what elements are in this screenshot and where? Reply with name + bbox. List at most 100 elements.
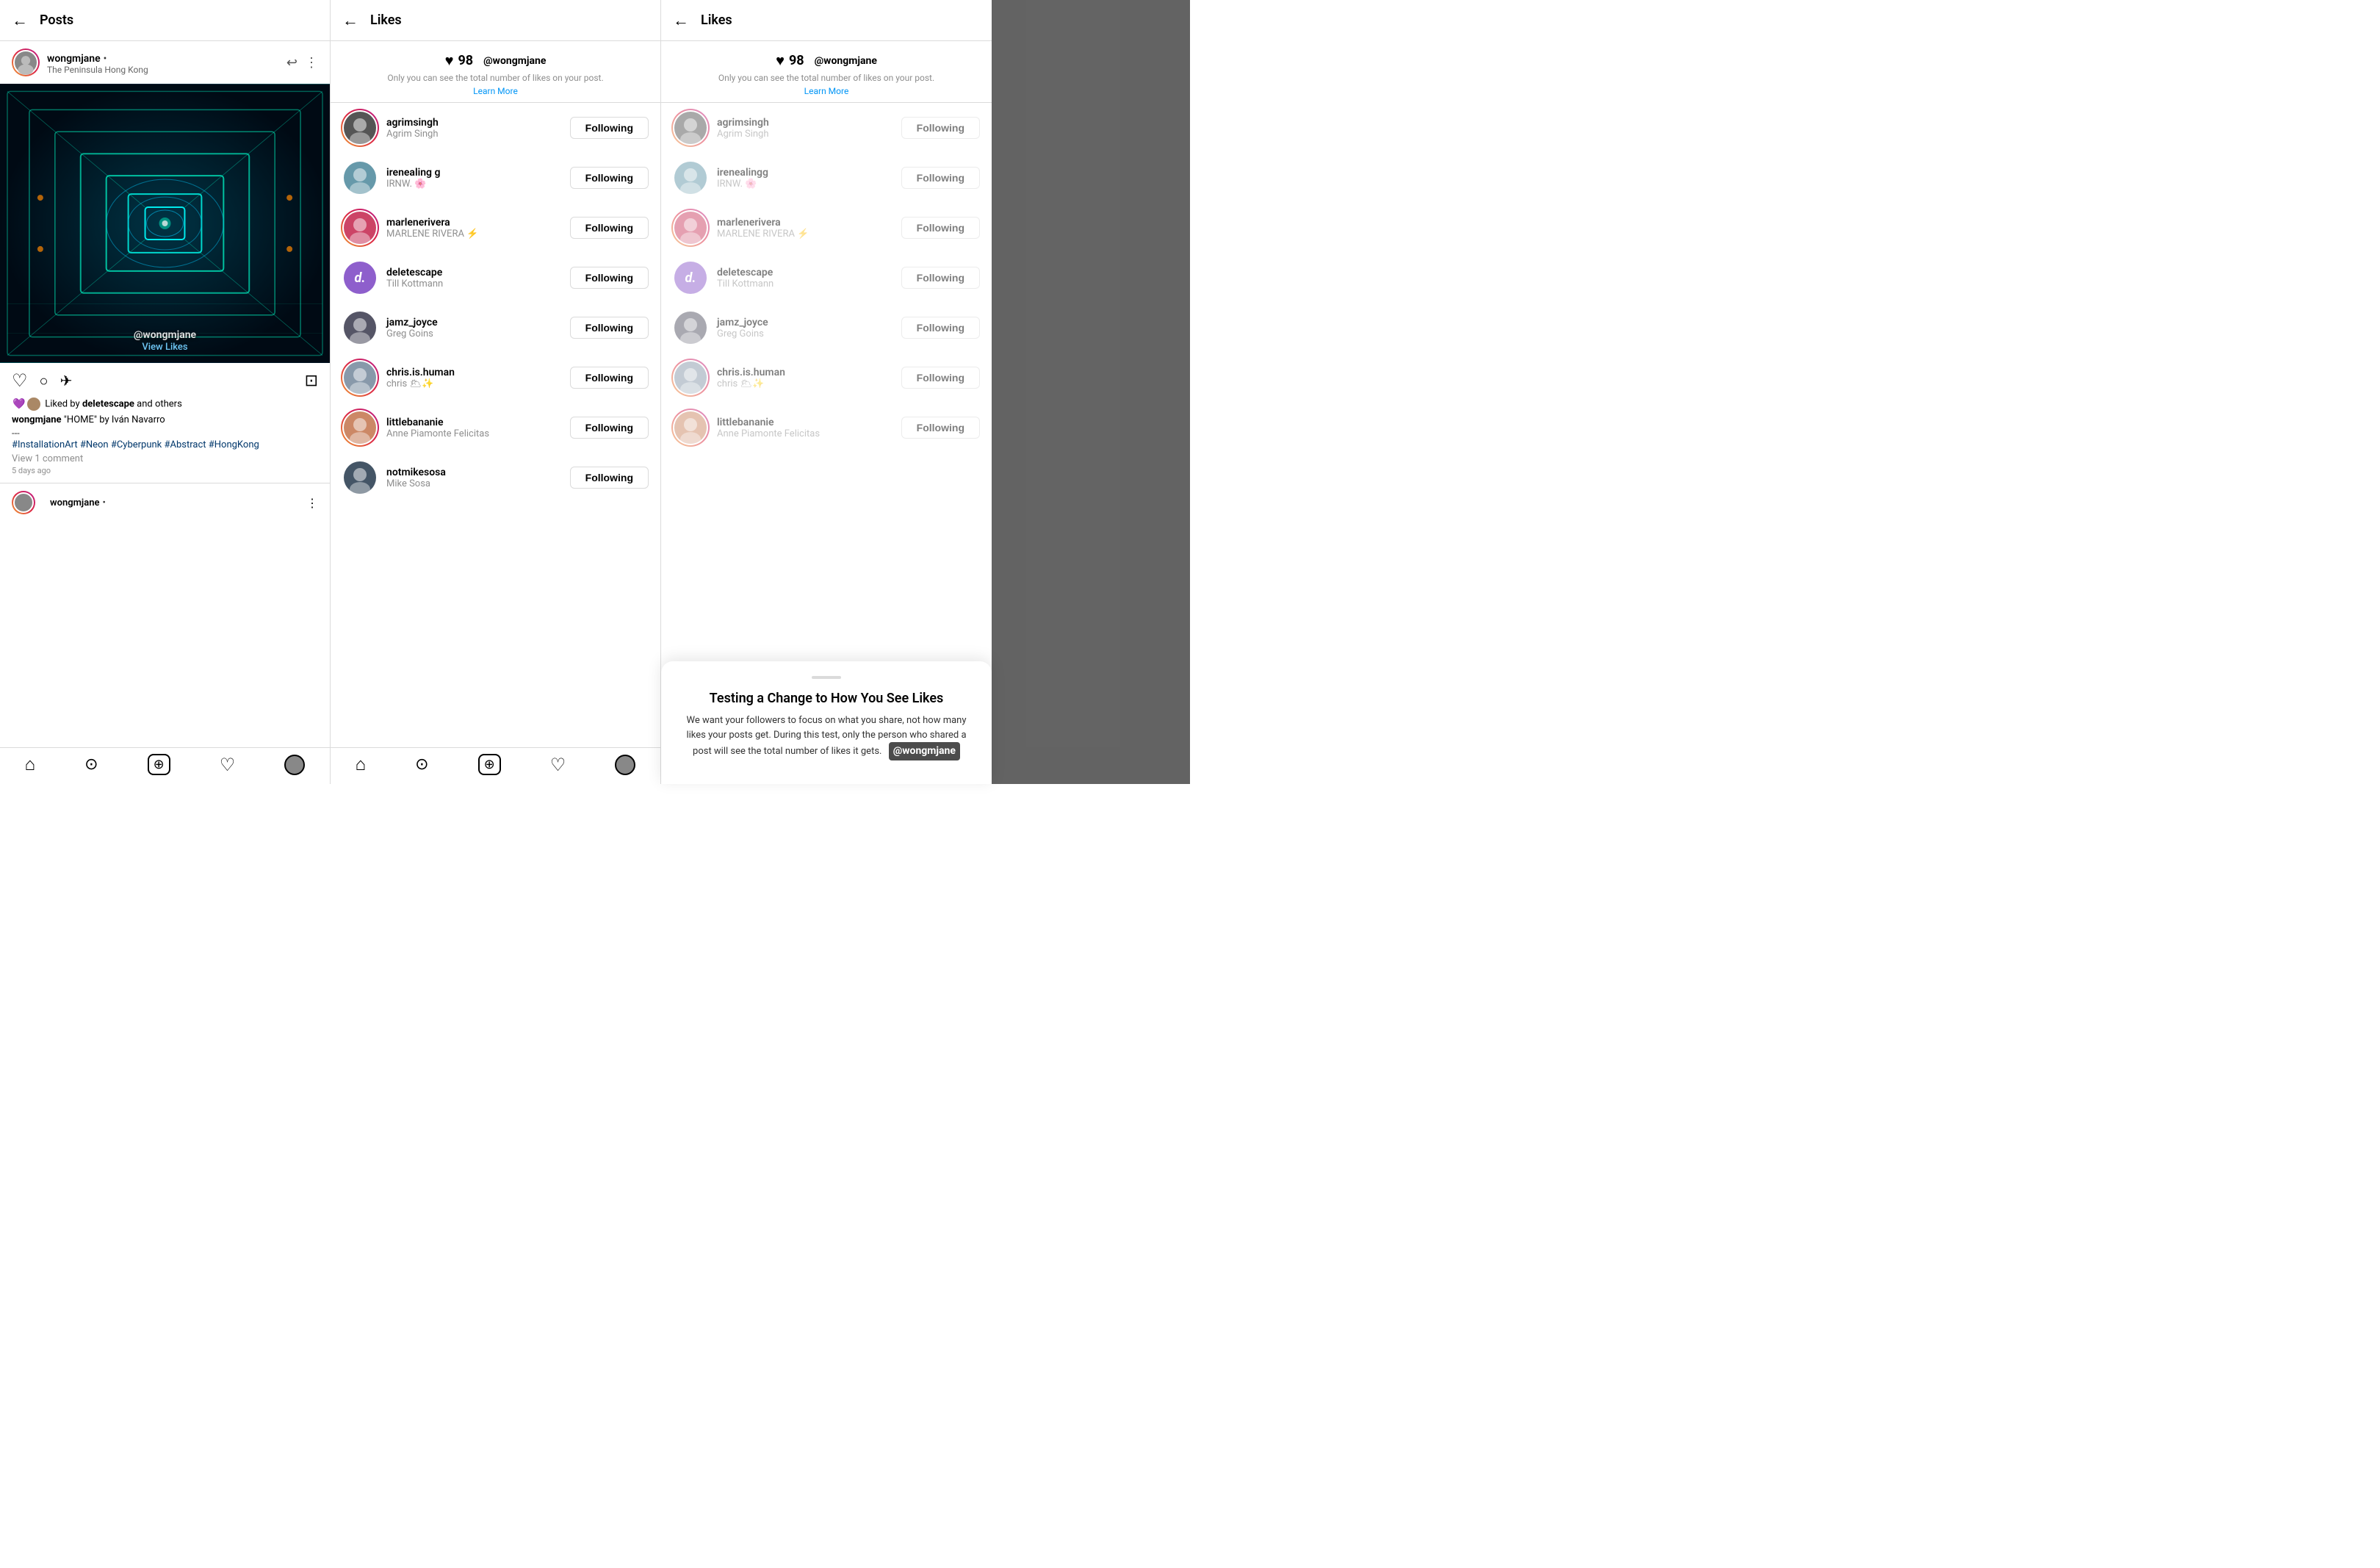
sheet-handle: [812, 676, 841, 679]
user-item: jamz_joyce Greg Goins Following: [331, 303, 660, 353]
user-info-5: chris.is.human chris 🌥✨: [386, 367, 570, 389]
user-info-4: jamz_joyce Greg Goins: [717, 317, 901, 339]
user-item: notmikesosa Mike Sosa Following: [331, 453, 660, 503]
user-handle[interactable]: irenealingg: [717, 167, 901, 179]
user-name: Agrim Singh: [386, 129, 570, 140]
user-avatar-3[interactable]: d.: [342, 260, 378, 295]
posts-panel: ← Posts wongmjane • The Peninsula Hong K…: [0, 0, 331, 784]
user-item: littlebananie Anne Piamonte Felicitas Fo…: [331, 403, 660, 453]
user-avatar-7[interactable]: [342, 460, 378, 495]
more-icon[interactable]: ⋮: [305, 55, 318, 71]
follow-button-5[interactable]: Following: [570, 367, 649, 389]
user-avatar-4[interactable]: [673, 310, 708, 345]
nav-heart-m[interactable]: ♡: [550, 755, 566, 775]
nav-add-m[interactable]: ⊕: [478, 754, 501, 775]
view-likes-link[interactable]: View Likes: [0, 337, 330, 357]
nav-add[interactable]: ⊕: [148, 754, 170, 775]
user-handle[interactable]: littlebananie: [386, 417, 570, 428]
user-item: littlebananie Anne Piamonte Felicitas Fo…: [661, 403, 992, 453]
user-info-6: littlebananie Anne Piamonte Felicitas: [386, 417, 570, 439]
comments-link[interactable]: View 1 comment: [12, 453, 318, 464]
second-post-avatar[interactable]: [12, 491, 35, 514]
nav-home[interactable]: ⌂: [25, 754, 36, 775]
follow-button-0[interactable]: Following: [570, 117, 649, 139]
nav-search[interactable]: ⊙: [84, 755, 98, 774]
post-avatar[interactable]: [12, 48, 40, 76]
bookmark-icon[interactable]: ⊡: [305, 372, 318, 390]
share-icon[interactable]: ↩: [286, 55, 298, 71]
post-actions: ↩ ⋮: [286, 55, 318, 71]
user-item: d. deletescape Till Kottmann Following: [331, 253, 660, 303]
user-handle[interactable]: deletescape: [386, 267, 570, 278]
user-list-middle: agrimsingh Agrim Singh Following ireneal…: [331, 103, 660, 784]
user-handle[interactable]: chris.is.human: [717, 367, 901, 378]
user-handle[interactable]: notmikesosa: [386, 467, 570, 478]
user-avatar-5[interactable]: [342, 360, 378, 395]
hashtags[interactable]: #InstallationArt #Neon #Cyberpunk #Abstr…: [12, 439, 318, 450]
nav-profile-m[interactable]: [615, 755, 635, 775]
follow-button-4[interactable]: Following: [570, 317, 649, 339]
post-username[interactable]: wongmjane •: [47, 51, 286, 65]
follow-button-6[interactable]: Following: [901, 417, 980, 439]
comment-icon[interactable]: ○: [40, 372, 48, 390]
user-avatar-0[interactable]: [673, 110, 708, 145]
user-handle[interactable]: irenealing g: [386, 167, 570, 179]
back-button-middle[interactable]: ←: [342, 11, 358, 30]
user-avatar-1[interactable]: [673, 160, 708, 195]
user-handle[interactable]: jamz_joyce: [717, 317, 901, 328]
follow-button-2[interactable]: Following: [570, 217, 649, 239]
user-avatar-0[interactable]: [342, 110, 378, 145]
user-avatar-2[interactable]: [673, 210, 708, 245]
back-button[interactable]: ←: [12, 11, 28, 30]
nav-home-m[interactable]: ⌂: [356, 754, 367, 775]
follow-button-0[interactable]: Following: [901, 117, 980, 139]
user-info-3: deletescape Till Kottmann: [386, 267, 570, 289]
user-handle[interactable]: deletescape: [717, 267, 901, 278]
post-image: @wongmjane View Likes: [0, 84, 330, 363]
user-avatar-2[interactable]: [342, 210, 378, 245]
user-handle[interactable]: littlebananie: [717, 417, 901, 428]
second-post-username[interactable]: wongmjane: [50, 497, 99, 508]
nav-heart[interactable]: ♡: [220, 755, 236, 775]
back-button-right[interactable]: ←: [673, 11, 689, 30]
like-icon[interactable]: ♡: [12, 370, 28, 391]
follow-button-6[interactable]: Following: [570, 417, 649, 439]
post-action-icons: ♡ ○ ✈ ⊡: [12, 370, 318, 391]
learn-more-middle[interactable]: Learn More: [342, 86, 649, 96]
user-avatar-6[interactable]: [342, 410, 378, 445]
heart-filled-icon: ♥: [445, 51, 454, 70]
user-name: chris 🌥✨: [386, 378, 570, 389]
user-avatar-4[interactable]: [342, 310, 378, 345]
user-handle[interactable]: agrimsingh: [717, 117, 901, 129]
user-handle[interactable]: jamz_joyce: [386, 317, 570, 328]
user-handle[interactable]: marlenerivera: [717, 217, 901, 229]
likes-number-middle: 98: [458, 53, 473, 68]
user-avatar-5[interactable]: [673, 360, 708, 395]
liked-user[interactable]: deletescape: [82, 398, 134, 409]
caption: wongmjane "HOME" by Iván Navarro: [12, 414, 318, 425]
user-handle[interactable]: agrimsingh: [386, 117, 570, 129]
user-handle[interactable]: marlenerivera: [386, 217, 570, 229]
bottom-sheet[interactable]: Testing a Change to How You See Likes We…: [661, 661, 992, 784]
follow-button-1[interactable]: Following: [901, 167, 980, 189]
follow-button-1[interactable]: Following: [570, 167, 649, 189]
user-avatar-3[interactable]: d.: [673, 260, 708, 295]
post-subtitle: The Peninsula Hong Kong: [47, 65, 286, 75]
send-icon[interactable]: ✈: [60, 372, 73, 389]
user-name: Greg Goins: [386, 328, 570, 339]
nav-profile[interactable]: [284, 755, 305, 775]
follow-button-3[interactable]: Following: [570, 267, 649, 289]
follow-button-7[interactable]: Following: [570, 467, 649, 489]
learn-more-right[interactable]: Learn More: [673, 86, 980, 96]
user-avatar-6[interactable]: [673, 410, 708, 445]
follow-button-4[interactable]: Following: [901, 317, 980, 339]
user-avatar-1[interactable]: [342, 160, 378, 195]
follow-button-5[interactable]: Following: [901, 367, 980, 389]
nav-search-m[interactable]: ⊙: [415, 755, 428, 774]
user-name: Greg Goins: [717, 328, 901, 339]
second-post-more[interactable]: ⋮: [306, 496, 318, 510]
user-handle[interactable]: chris.is.human: [386, 367, 570, 378]
caption-user[interactable]: wongmjane: [12, 414, 62, 425]
follow-button-3[interactable]: Following: [901, 267, 980, 289]
follow-button-2[interactable]: Following: [901, 217, 980, 239]
